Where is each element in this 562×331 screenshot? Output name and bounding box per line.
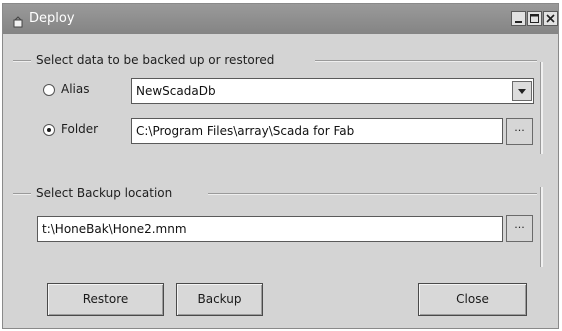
backup-group-label: Select Backup location bbox=[36, 186, 173, 200]
backup-location-value: t:\HoneBak\Hone2.mnm bbox=[42, 222, 187, 236]
window-title: Deploy bbox=[29, 11, 75, 26]
alias-radio[interactable] bbox=[43, 84, 55, 96]
minimize-icon bbox=[515, 21, 522, 23]
backup-browse-button[interactable]: ... bbox=[506, 215, 533, 242]
maximize-button[interactable] bbox=[527, 11, 542, 26]
minimize-button[interactable] bbox=[511, 11, 526, 26]
close-dialog-button[interactable]: Close bbox=[418, 283, 527, 316]
alias-dropdown-button[interactable] bbox=[512, 81, 532, 101]
folder-browse-button[interactable]: ... bbox=[506, 118, 533, 145]
group-divider bbox=[13, 61, 31, 62]
app-icon bbox=[12, 13, 24, 28]
close-icon bbox=[546, 14, 555, 23]
group-border bbox=[540, 187, 543, 267]
restore-button[interactable]: Restore bbox=[47, 283, 164, 316]
alias-radio-label[interactable]: Alias bbox=[61, 82, 89, 96]
title-bar[interactable]: Deploy bbox=[3, 4, 558, 34]
backup-button[interactable]: Backup bbox=[176, 283, 263, 316]
group-divider bbox=[315, 61, 537, 62]
backup-location-input[interactable]: t:\HoneBak\Hone2.mnm bbox=[37, 216, 503, 242]
group-border bbox=[540, 62, 543, 154]
group-divider bbox=[208, 194, 537, 195]
alias-combobox[interactable]: NewScadaDb bbox=[131, 78, 534, 104]
data-group-label: Select data to be backed up or restored bbox=[36, 53, 275, 67]
deploy-window: Deploy Select data to be backed up or re… bbox=[2, 3, 559, 329]
folder-path-input[interactable]: C:\Program Files\array\Scada for Fab bbox=[131, 118, 503, 144]
alias-combobox-value: NewScadaDb bbox=[136, 84, 216, 98]
folder-path-value: C:\Program Files\array\Scada for Fab bbox=[136, 124, 355, 138]
folder-radio-label[interactable]: Folder bbox=[61, 122, 98, 136]
folder-radio[interactable] bbox=[43, 124, 55, 136]
group-divider bbox=[13, 194, 31, 195]
close-button[interactable] bbox=[543, 11, 558, 26]
maximize-icon bbox=[530, 14, 539, 23]
chevron-down-icon bbox=[518, 89, 526, 94]
